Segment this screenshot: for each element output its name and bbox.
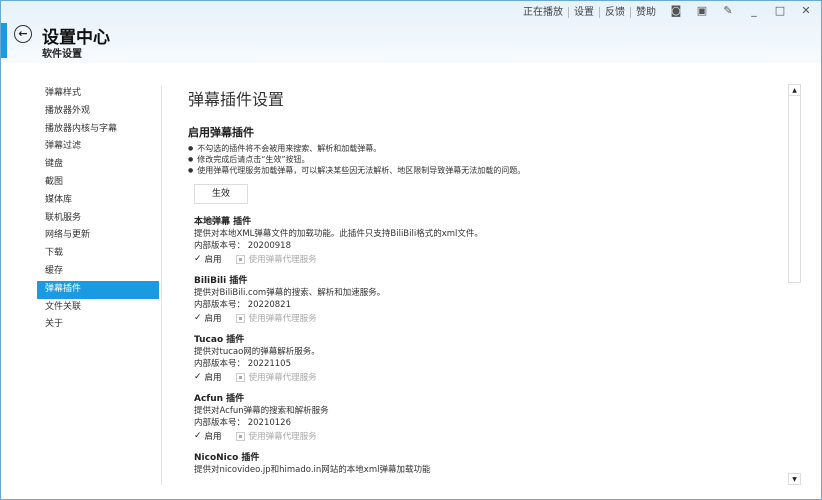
proxy-checkbox [235,313,245,323]
scrollbar[interactable]: ▲ ▼ [788,84,801,485]
pin-icon[interactable]: ✎ [721,4,735,17]
version-label: 内部版本号： [194,418,246,428]
note: 不勾选的插件将不会被用来搜索、解析和加载弹幕。 [188,143,783,154]
plugin-description: 提供对本地XML弹幕文件的加载功能。此插件只支持BiliBili格式的xml文件… [194,229,483,239]
proxy-label: 使用弹幕代理服务 [248,373,317,383]
enable-checkbox[interactable]: ✓ [194,431,202,441]
nav-feedback[interactable]: 反馈 [600,7,631,18]
proxy-checkbox [235,254,245,264]
version-label: 内部版本号： [194,300,246,310]
note: 使用弹幕代理服务加载弹幕，可以解决某些因无法解析、地区限制导致弹幕无法加载的问题… [188,165,783,176]
scroll-thumb[interactable] [788,96,801,283]
main-content: 弹幕插件设置 启用弹幕插件 不勾选的插件将不会被用来搜索、解析和加载弹幕。 修改… [188,85,783,476]
sidebar-item-about[interactable]: 关于 [37,316,159,334]
minimode-icon[interactable]: ▣ [695,4,709,17]
version-label: 内部版本号： [194,241,246,251]
proxy-checkbox [235,372,245,382]
plugin-options: ✓ 启用 使用弹幕代理服务 [194,370,783,384]
sidebar-item-cache[interactable]: 缓存 [37,263,159,281]
plugin-name: 本地弹幕 插件 [194,217,252,227]
plugin-version: 内部版本号： 20210126 [194,417,783,429]
sidebar-item-danmaku-filter[interactable]: 弹幕过滤 [37,138,159,156]
nav-settings[interactable]: 设置 [569,7,600,18]
minimize-icon[interactable]: _ [747,4,761,17]
plugin-description: 提供对tucao网的弹幕解析服务。 [194,347,320,357]
nav-sponsor[interactable]: 赞助 [631,7,661,18]
version-value: 20200918 [247,241,291,251]
window-controls: ◙ ▣ ✎ _ □ ✕ [669,4,813,17]
subsection-heading: 启用弹幕插件 [188,126,254,139]
plugin-name: Acfun 插件 [194,394,245,404]
close-icon[interactable]: ✕ [799,4,813,17]
scroll-up-icon[interactable]: ▲ [788,84,801,96]
divider [161,85,162,485]
plugin-version: 内部版本号： 20221105 [194,358,783,370]
plugin-name: BiliBili 插件 [194,276,248,286]
sidebar: 弹幕样式 播放器外观 播放器内核与字幕 弹幕过滤 键盘 截图 媒体库 联机服务 … [37,85,159,334]
back-arrow-icon[interactable]: ← [14,25,32,43]
sidebar-item-player-appearance[interactable]: 播放器外观 [37,103,159,121]
plugin-version: 内部版本号： 20200918 [194,240,783,252]
plugin-item: BiliBili 插件 提供对BiliBili.com弹幕的搜索、解析和加速服务… [194,275,783,325]
plugin-options: ✓ 启用 使用弹幕代理服务 [194,311,783,325]
sidebar-item-screenshot[interactable]: 截图 [37,174,159,192]
plugin-description: 提供对nicovideo.jp和himado.in网站的本地xml弹幕加载功能 [194,465,431,475]
version-value: 20221105 [247,359,291,369]
sidebar-item-danmaku-style[interactable]: 弹幕样式 [37,85,159,103]
enable-label: 启用 [204,255,222,265]
settings-window: 正在播放 设置 反馈 赞助 ◙ ▣ ✎ _ □ ✕ ← 设置中心 软件设置 弹幕… [0,0,822,500]
accent-bar [1,23,7,58]
enable-label: 启用 [204,314,222,324]
top-nav: 正在播放 设置 反馈 赞助 [518,7,661,18]
camera-icon[interactable]: ◙ [669,4,683,17]
scroll-down-icon[interactable]: ▼ [788,473,801,485]
proxy-label: 使用弹幕代理服务 [248,314,317,324]
plugin-item: Acfun 插件 提供对Acfun弹幕的搜索和解析服务 内部版本号： 202101… [194,393,783,443]
header: 正在播放 设置 反馈 赞助 ◙ ▣ ✎ _ □ ✕ ← 设置中心 软件设置 [1,1,821,63]
sidebar-item-file-association[interactable]: 文件关联 [37,299,159,317]
proxy-label: 使用弹幕代理服务 [248,255,317,265]
sidebar-item-danmaku-plugins[interactable]: 弹幕插件 [37,280,159,299]
plugin-version: 内部版本号： 20220821 [194,299,783,311]
plugin-name: NicoNico 插件 [194,453,260,463]
apply-button[interactable]: 生效 [194,184,248,204]
maximize-icon[interactable]: □ [773,4,787,17]
enable-label: 启用 [204,432,222,442]
enable-checkbox[interactable]: ✓ [194,372,202,382]
plugin-options: ✓ 启用 使用弹幕代理服务 [194,252,783,266]
sidebar-item-player-core[interactable]: 播放器内核与字幕 [37,121,159,139]
note: 修改完成后请点击“生效”按钮。 [188,154,783,165]
nav-now-playing[interactable]: 正在播放 [518,7,569,18]
sidebar-item-media-library[interactable]: 媒体库 [37,192,159,210]
plugin-options: ✓ 启用 使用弹幕代理服务 [194,429,783,443]
proxy-label: 使用弹幕代理服务 [248,432,317,442]
sidebar-item-download[interactable]: 下载 [37,245,159,263]
plugin-description: 提供对BiliBili.com弹幕的搜索、解析和加速服务。 [194,288,386,298]
enable-label: 启用 [204,373,222,383]
plugin-item: NicoNico 插件 提供对nicovideo.jp和himado.in网站的… [194,452,783,476]
section-heading: 弹幕插件设置 [188,90,285,109]
page-subtitle: 软件设置 [42,49,82,60]
sidebar-item-network[interactable]: 网络与更新 [37,227,159,245]
enable-checkbox[interactable]: ✓ [194,313,202,323]
version-value: 20210126 [247,418,291,428]
plugin-name: Tucao 插件 [194,335,245,345]
sidebar-item-keyboard[interactable]: 键盘 [37,156,159,174]
version-label: 内部版本号： [194,359,246,369]
sidebar-item-online-service[interactable]: 联机服务 [37,210,159,228]
plugin-item: 本地弹幕 插件 提供对本地XML弹幕文件的加载功能。此插件只支持BiliBili… [194,216,783,266]
version-value: 20220821 [247,300,291,310]
proxy-checkbox [235,431,245,441]
enable-checkbox[interactable]: ✓ [194,254,202,264]
plugin-description: 提供对Acfun弹幕的搜索和解析服务 [194,406,329,416]
plugin-item: Tucao 插件 提供对tucao网的弹幕解析服务。 内部版本号： 2022110… [194,334,783,384]
